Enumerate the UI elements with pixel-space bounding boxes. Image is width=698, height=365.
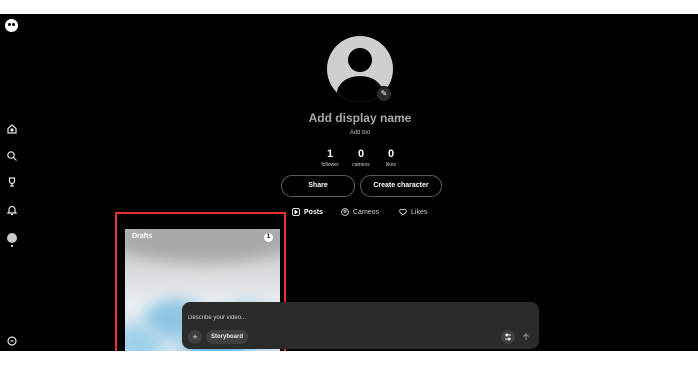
display-name[interactable]: Add display name — [260, 111, 460, 125]
bio[interactable]: Add bio — [300, 130, 420, 136]
stat-value: 0 — [387, 148, 395, 160]
settings-sliders-icon[interactable] — [501, 330, 515, 344]
drafts-count-badge: 1 — [264, 233, 273, 242]
tab-label: Posts — [304, 208, 324, 216]
notifications-icon[interactable] — [6, 204, 18, 216]
storyboard-button[interactable]: Storyboard — [206, 330, 249, 344]
stat-label: follower — [321, 162, 339, 168]
tab-posts[interactable]: Posts — [292, 206, 323, 218]
cameo-icon — [341, 208, 349, 216]
tab-cameos[interactable]: Cameos — [341, 206, 379, 218]
stat-label: likes — [385, 162, 396, 168]
stat-followers[interactable]: 1 follower — [313, 148, 347, 169]
stat-label: cameos — [352, 162, 370, 168]
prompt-input[interactable] — [188, 312, 438, 324]
arrow-up-icon — [523, 333, 529, 340]
heart-icon — [399, 208, 407, 216]
app-window: ✎ Add display name Add bio 1 follower 0 … — [0, 14, 698, 351]
trophy-icon[interactable] — [6, 176, 18, 188]
home-icon[interactable] — [6, 123, 18, 135]
add-attachment-button[interactable]: + — [188, 330, 202, 344]
prompt-composer: + Storyboard — [182, 302, 539, 349]
share-button[interactable]: Share — [281, 175, 355, 197]
play-icon — [292, 208, 300, 216]
send-button[interactable] — [519, 330, 533, 344]
edit-avatar-icon[interactable]: ✎ — [376, 86, 392, 102]
active-indicator — [11, 245, 13, 247]
settings-icon[interactable] — [6, 335, 18, 347]
profile-avatar-icon[interactable] — [7, 233, 17, 243]
drafts-title: Drafts — [132, 233, 153, 240]
stat-cameos[interactable]: 0 cameos — [344, 148, 378, 169]
create-character-button[interactable]: Create character — [360, 175, 442, 197]
stat-value: 1 — [326, 148, 334, 160]
tab-likes[interactable]: Likes — [399, 206, 427, 218]
app-logo-icon[interactable] — [5, 19, 18, 32]
search-icon[interactable] — [6, 150, 18, 162]
stat-likes[interactable]: 0 likes — [374, 148, 408, 169]
tab-label: Likes — [411, 208, 428, 216]
stat-value: 0 — [357, 148, 365, 160]
tab-label: Cameos — [353, 208, 380, 216]
